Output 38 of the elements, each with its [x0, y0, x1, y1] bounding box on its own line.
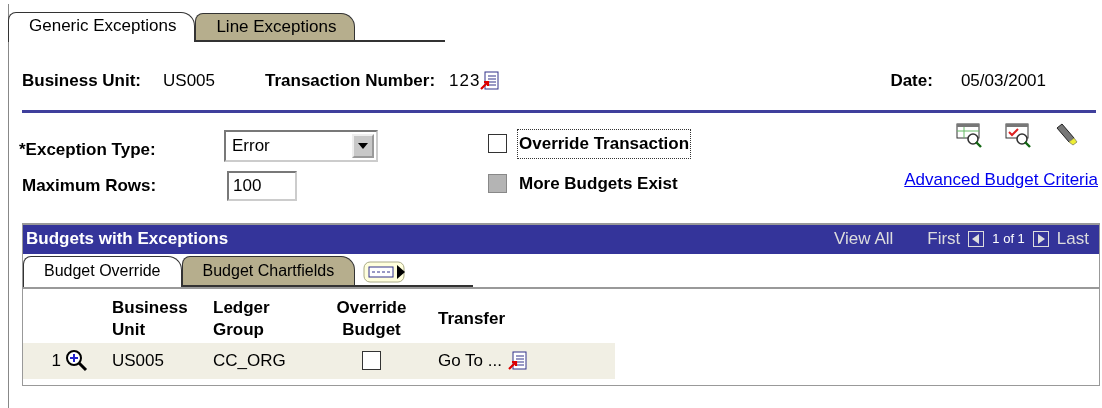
maximum-rows-field[interactable]: 100: [227, 170, 297, 201]
checkbox-label: Override Transaction: [519, 131, 690, 157]
field-value: US005: [163, 70, 215, 93]
row-number: 1: [50, 349, 61, 372]
field-label: Business Unit:: [22, 70, 142, 93]
field-label: Maximum Rows:: [22, 174, 158, 197]
checkbox-label: More Budgets Exist: [519, 172, 678, 195]
column-header: Ledger Group: [213, 296, 271, 341]
column-header: Business Unit: [112, 296, 189, 341]
grid-tab[interactable]: Budget Chartfields: [181, 255, 356, 285]
checkbox[interactable]: [362, 351, 381, 371]
go-to-icon[interactable]: [480, 71, 500, 91]
page-tab[interactable]: Generic Exceptions: [8, 11, 196, 42]
grid-search-icon[interactable]: [956, 123, 983, 149]
field-value: 123: [449, 70, 481, 93]
dropdown-arrow-icon: [358, 142, 368, 149]
column-header: Transfer: [437, 307, 507, 330]
go-to-icon[interactable]: [507, 350, 527, 371]
field-label: Transaction Number:: [265, 70, 436, 93]
field-label: Date:: [890, 70, 933, 93]
table-cell-text: US005: [112, 349, 165, 372]
grid-title: Budgets with Exceptions: [26, 228, 229, 251]
zoom-in-icon[interactable]: [65, 348, 89, 373]
view-all-link[interactable]: View All: [834, 226, 894, 252]
advanced-budget-criteria-link[interactable]: Advanced Budget Criteria: [904, 167, 1098, 193]
page-count: 1 of 1: [992, 230, 1025, 249]
field-value: 05/03/2001: [960, 70, 1046, 93]
next-icon[interactable]: [1032, 231, 1049, 247]
grid-check-search-icon[interactable]: [1005, 123, 1032, 149]
grid-tab[interactable]: Budget Override: [23, 255, 182, 287]
go-to-link[interactable]: Go To ...: [438, 347, 502, 374]
table-cell-text: CC_ORG: [213, 349, 287, 372]
page-tab[interactable]: Line Exceptions: [195, 12, 356, 40]
column-header: Override Budget: [335, 296, 408, 341]
checkbox[interactable]: [488, 134, 507, 154]
exception-type-select[interactable]: Error: [224, 129, 378, 162]
previous-icon[interactable]: [968, 231, 985, 247]
field-label: *Exception Type:: [19, 139, 157, 161]
